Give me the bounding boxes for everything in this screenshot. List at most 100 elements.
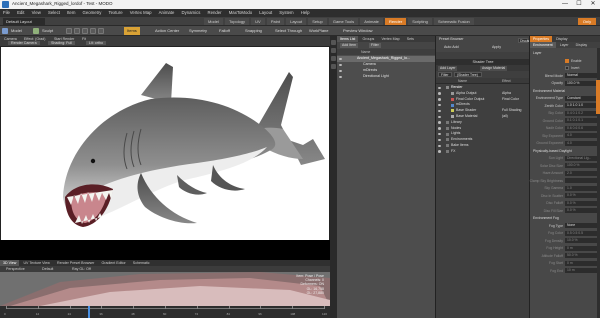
- shader-row[interactable]: Final Color Output Final Color: [436, 97, 530, 103]
- pivot-mode-icon[interactable]: [98, 28, 104, 34]
- property-value-field[interactable]: 10 m: [565, 268, 597, 273]
- property-value-field[interactable]: 100.0 %: [565, 80, 597, 86]
- menu-file[interactable]: File: [0, 9, 13, 17]
- visibility-eye-icon[interactable]: [438, 98, 441, 101]
- shader-row[interactable]: mDirects: [436, 102, 530, 108]
- add-layer-button[interactable]: Add Layer: [438, 65, 458, 71]
- property-value-field[interactable]: 10.0 %: [565, 238, 597, 243]
- eye-toggle-icon[interactable]: [331, 64, 336, 69]
- visibility-eye-icon[interactable]: [438, 115, 441, 118]
- menu-texture[interactable]: Texture: [106, 9, 126, 17]
- tab-model[interactable]: Model: [204, 18, 223, 25]
- property-value-field[interactable]: 0.0 %: [565, 200, 597, 206]
- shader-row[interactable]: Base Shader Full Shading: [436, 108, 530, 114]
- menu-maxtomodo[interactable]: MaxToModo: [226, 9, 255, 17]
- property-value-field[interactable]: [565, 178, 597, 183]
- checkbox[interactable]: [565, 58, 569, 63]
- visibility-eye-icon[interactable]: [438, 138, 441, 142]
- tab-game-tools[interactable]: Game Tools: [328, 18, 359, 25]
- eye-toggle-icon[interactable]: [331, 40, 336, 45]
- symmetry-button[interactable]: Symmetry: [186, 27, 210, 35]
- add-item-button[interactable]: Add Item: [340, 43, 359, 48]
- render-viewport[interactable]: [0, 46, 330, 260]
- only-button[interactable]: Only: [578, 18, 596, 25]
- falloff-button[interactable]: Falloff: [216, 27, 233, 35]
- vertices-mode-icon[interactable]: [66, 28, 72, 34]
- action-center-button[interactable]: Action Center: [152, 27, 182, 35]
- menu-item[interactable]: Item: [64, 9, 78, 17]
- menu-dynamics[interactable]: Dynamics: [179, 9, 204, 17]
- property-value-field[interactable]: 1.0 1.0 1.0: [565, 103, 597, 108]
- property-value-field[interactable]: 0 m: [565, 260, 597, 266]
- property-value-field[interactable]: 2.0: [565, 170, 597, 176]
- edges-mode-icon[interactable]: [74, 28, 80, 34]
- tab-uv[interactable]: UV: [251, 18, 265, 25]
- lit-select[interactable]: Lit: ortho: [86, 41, 106, 45]
- discard-button[interactable]: Discard: [518, 38, 532, 43]
- shader-row[interactable]: Render: [436, 85, 530, 91]
- visibility-eye-icon[interactable]: [438, 121, 441, 124]
- visibility-eye-icon[interactable]: [438, 109, 441, 113]
- visibility-eye-icon[interactable]: [339, 63, 342, 66]
- menu-geometry[interactable]: Geometry: [80, 9, 105, 17]
- property-value-field[interactable]: 0 m: [565, 245, 597, 251]
- property-value-field[interactable]: 4.0: [565, 140, 597, 146]
- layout-select[interactable]: Default Layout: [3, 18, 45, 25]
- shader-row[interactable]: Lights: [436, 131, 530, 137]
- close-button[interactable]: ✕: [586, 0, 600, 9]
- property-value-field[interactable]: 0.4 0.1 0.2: [565, 110, 597, 116]
- property-value-field[interactable]: Normal: [565, 73, 597, 78]
- property-value-field[interactable]: 0.0 %: [565, 193, 597, 198]
- select-through-button[interactable]: Select Through: [272, 27, 305, 35]
- visibility-eye-icon[interactable]: [438, 144, 441, 147]
- render-camera-select[interactable]: Render Camera: [8, 41, 40, 45]
- timeline[interactable]: 0 12 24 36 48 60 72 84 96 108 120: [0, 306, 330, 318]
- visibility-eye-icon[interactable]: [339, 57, 342, 60]
- property-value-field[interactable]: 50.0 %: [565, 253, 597, 258]
- property-value-field[interactable]: None: [565, 223, 597, 228]
- property-value-field[interactable]: 0.5 0.5 0.5: [565, 230, 597, 236]
- shader-row[interactable]: Library: [436, 120, 530, 126]
- menu-layout[interactable]: Layout: [256, 9, 275, 17]
- shader-row[interactable]: Alpha Output Alpha: [436, 91, 530, 97]
- tab-scripting[interactable]: Scripting: [408, 18, 432, 25]
- menu-help[interactable]: Help: [298, 9, 313, 17]
- properties-side-tab[interactable]: [596, 80, 600, 114]
- visibility-eye-icon[interactable]: [438, 86, 441, 89]
- menu-view[interactable]: View: [29, 9, 44, 17]
- auto-add-button[interactable]: Auto Add: [444, 45, 459, 50]
- visibility-eye-icon[interactable]: [339, 75, 342, 78]
- menu-render[interactable]: Render: [205, 9, 225, 17]
- menu-vertex-map[interactable]: Vertex Map: [127, 9, 155, 17]
- property-value-field[interactable]: 0.1 0.1 0.1: [565, 118, 597, 123]
- tree-item-mdirects[interactable]: mDirects: [337, 68, 435, 74]
- menu-select[interactable]: Select: [45, 9, 63, 17]
- materials-mode-icon[interactable]: [90, 28, 96, 34]
- minimize-button[interactable]: —: [558, 0, 572, 9]
- 3d-view-preview[interactable]: Item: Pose / Pose Channels: 0 Deformers:…: [0, 272, 330, 306]
- property-value-field[interactable]: 1.0: [565, 185, 597, 191]
- visibility-eye-icon[interactable]: [438, 103, 441, 107]
- items-filter-button[interactable]: Filter: [369, 43, 381, 48]
- shader-filter-select[interactable]: (Shader Tree): [454, 72, 482, 77]
- apply-button[interactable]: Apply: [492, 45, 501, 50]
- visibility-eye-icon[interactable]: [339, 69, 342, 72]
- tree-item-directional-light[interactable]: Directional Light: [337, 74, 435, 80]
- shader-row[interactable]: Base Material (all): [436, 114, 530, 120]
- shader-row[interactable]: Environments: [436, 137, 530, 143]
- property-value-field[interactable]: Directional Lig...: [565, 155, 597, 161]
- shader-row[interactable]: Nodes: [436, 126, 530, 132]
- tab-animate[interactable]: Animate: [360, 18, 383, 25]
- property-value-field[interactable]: 100.0 %: [565, 163, 597, 168]
- sculpt-button[interactable]: Sculpt: [39, 27, 56, 35]
- visibility-eye-icon[interactable]: [438, 92, 441, 95]
- tree-item-mesh[interactable]: Ancient_Megashark_Rigged_lo...: [337, 56, 435, 62]
- subtab-layer[interactable]: Layer: [557, 42, 572, 48]
- property-value-field[interactable]: 0.6 0.6 0.6: [565, 125, 597, 131]
- model-button[interactable]: Model: [8, 27, 25, 35]
- tab-topology[interactable]: Topology: [225, 18, 250, 25]
- maximize-button[interactable]: ☐: [572, 0, 586, 9]
- tab-schematic-fusion[interactable]: Schematic Fusion: [433, 18, 474, 25]
- shader-row[interactable]: Bake Items: [436, 143, 530, 149]
- preview-window-button[interactable]: Preview Window: [340, 27, 376, 35]
